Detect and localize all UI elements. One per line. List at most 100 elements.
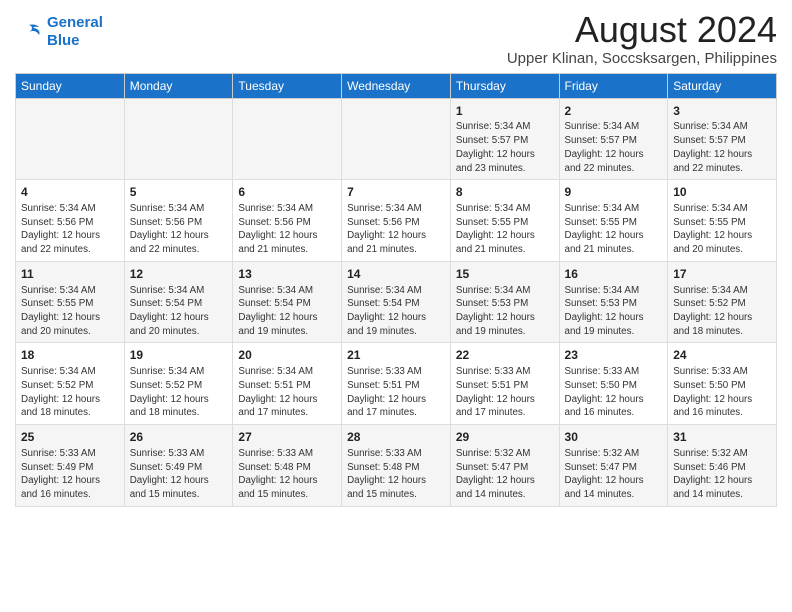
cell-info: Sunrise: 5:34 AM Sunset: 5:52 PM Dayligh…	[21, 365, 119, 420]
day-number: 11	[21, 266, 119, 283]
calendar-cell: 13Sunrise: 5:34 AM Sunset: 5:54 PM Dayli…	[233, 261, 342, 343]
calendar-cell: 7Sunrise: 5:34 AM Sunset: 5:56 PM Daylig…	[342, 180, 451, 262]
cell-info: Sunrise: 5:34 AM Sunset: 5:54 PM Dayligh…	[238, 284, 336, 339]
calendar-cell: 2Sunrise: 5:34 AM Sunset: 5:57 PM Daylig…	[559, 98, 668, 180]
calendar-cell: 12Sunrise: 5:34 AM Sunset: 5:54 PM Dayli…	[124, 261, 233, 343]
logo: General Blue	[15, 14, 103, 50]
day-number: 13	[238, 266, 336, 283]
main-title: August 2024	[507, 10, 777, 50]
calendar-cell: 10Sunrise: 5:34 AM Sunset: 5:55 PM Dayli…	[668, 180, 777, 262]
day-number: 7	[347, 184, 445, 201]
calendar-cell: 27Sunrise: 5:33 AM Sunset: 5:48 PM Dayli…	[233, 425, 342, 507]
cell-info: Sunrise: 5:34 AM Sunset: 5:52 PM Dayligh…	[673, 284, 771, 339]
calendar-cell: 29Sunrise: 5:32 AM Sunset: 5:47 PM Dayli…	[450, 425, 559, 507]
calendar-cell: 18Sunrise: 5:34 AM Sunset: 5:52 PM Dayli…	[16, 343, 125, 425]
day-number: 21	[347, 347, 445, 364]
day-number: 24	[673, 347, 771, 364]
day-number: 17	[673, 266, 771, 283]
calendar-body: 1 Sunrise: 5:34 AM Sunset: 5:57 PM Daylig…	[16, 98, 777, 506]
calendar-cell: 24Sunrise: 5:33 AM Sunset: 5:50 PM Dayli…	[668, 343, 777, 425]
cell-info: Sunrise: 5:33 AM Sunset: 5:51 PM Dayligh…	[347, 365, 445, 420]
cell-info: Sunrise: 5:34 AM Sunset: 5:54 PM Dayligh…	[130, 284, 228, 339]
cell-info: Sunrise: 5:34 AM Sunset: 5:56 PM Dayligh…	[238, 202, 336, 257]
header-saturday: Saturday	[668, 73, 777, 98]
day-number: 18	[21, 347, 119, 364]
day-number: 30	[565, 429, 663, 446]
day-number: 16	[565, 266, 663, 283]
cell-info: Sunrise: 5:34 AM Sunset: 5:56 PM Dayligh…	[21, 202, 119, 257]
calendar-cell: 16Sunrise: 5:34 AM Sunset: 5:53 PM Dayli…	[559, 261, 668, 343]
calendar-row: 1 Sunrise: 5:34 AM Sunset: 5:57 PM Daylig…	[16, 98, 777, 180]
cell-info: Sunrise: 5:33 AM Sunset: 5:50 PM Dayligh…	[673, 365, 771, 420]
cell-info: Sunrise: 5:33 AM Sunset: 5:51 PM Dayligh…	[456, 365, 554, 420]
header-friday: Friday	[559, 73, 668, 98]
day-number: 31	[673, 429, 771, 446]
cell-info: Sunrise: 5:34 AM Sunset: 5:57 PM Dayligh…	[673, 120, 771, 175]
page-header: General Blue August 2024 Upper Klinan, S…	[15, 10, 777, 67]
logo-text: General Blue	[47, 14, 103, 50]
calendar-header: SundayMondayTuesdayWednesdayThursdayFrid…	[16, 73, 777, 98]
day-number: 8	[456, 184, 554, 201]
logo-icon	[15, 21, 43, 43]
title-block: August 2024 Upper Klinan, Soccsksargen, …	[507, 10, 777, 67]
day-number: 23	[565, 347, 663, 364]
day-number: 12	[130, 266, 228, 283]
day-number: 3	[673, 103, 771, 120]
calendar-cell: 21Sunrise: 5:33 AM Sunset: 5:51 PM Dayli…	[342, 343, 451, 425]
cell-info: Sunrise: 5:34 AM Sunset: 5:53 PM Dayligh…	[565, 284, 663, 339]
calendar-cell: 28Sunrise: 5:33 AM Sunset: 5:48 PM Dayli…	[342, 425, 451, 507]
logo-line1: General	[47, 14, 103, 31]
calendar-table: SundayMondayTuesdayWednesdayThursdayFrid…	[15, 73, 777, 507]
calendar-cell	[342, 98, 451, 180]
calendar-cell: 14Sunrise: 5:34 AM Sunset: 5:54 PM Dayli…	[342, 261, 451, 343]
calendar-row: 11Sunrise: 5:34 AM Sunset: 5:55 PM Dayli…	[16, 261, 777, 343]
cell-info: Sunrise: 5:34 AM Sunset: 5:55 PM Dayligh…	[565, 202, 663, 257]
day-number: 10	[673, 184, 771, 201]
cell-info: Sunrise: 5:33 AM Sunset: 5:48 PM Dayligh…	[238, 447, 336, 502]
subtitle: Upper Klinan, Soccsksargen, Philippines	[507, 50, 777, 67]
calendar-cell: 17Sunrise: 5:34 AM Sunset: 5:52 PM Dayli…	[668, 261, 777, 343]
cell-info: Sunrise: 5:34 AM Sunset: 5:54 PM Dayligh…	[347, 284, 445, 339]
cell-info: Sunrise: 5:34 AM Sunset: 5:53 PM Dayligh…	[456, 284, 554, 339]
calendar-cell: 20Sunrise: 5:34 AM Sunset: 5:51 PM Dayli…	[233, 343, 342, 425]
calendar-cell: 25Sunrise: 5:33 AM Sunset: 5:49 PM Dayli…	[16, 425, 125, 507]
day-number: 27	[238, 429, 336, 446]
calendar-cell: 8Sunrise: 5:34 AM Sunset: 5:55 PM Daylig…	[450, 180, 559, 262]
header-wednesday: Wednesday	[342, 73, 451, 98]
calendar-cell: 9Sunrise: 5:34 AM Sunset: 5:55 PM Daylig…	[559, 180, 668, 262]
calendar-cell: 4Sunrise: 5:34 AM Sunset: 5:56 PM Daylig…	[16, 180, 125, 262]
calendar-cell: 6Sunrise: 5:34 AM Sunset: 5:56 PM Daylig…	[233, 180, 342, 262]
calendar-cell	[233, 98, 342, 180]
header-sunday: Sunday	[16, 73, 125, 98]
day-number: 22	[456, 347, 554, 364]
day-number: 1	[456, 103, 554, 120]
day-number: 5	[130, 184, 228, 201]
cell-info: Sunrise: 5:32 AM Sunset: 5:46 PM Dayligh…	[673, 447, 771, 502]
header-thursday: Thursday	[450, 73, 559, 98]
day-number: 19	[130, 347, 228, 364]
calendar-cell: 26Sunrise: 5:33 AM Sunset: 5:49 PM Dayli…	[124, 425, 233, 507]
cell-info: Sunrise: 5:32 AM Sunset: 5:47 PM Dayligh…	[565, 447, 663, 502]
cell-info: Sunrise: 5:34 AM Sunset: 5:55 PM Dayligh…	[456, 202, 554, 257]
cell-info: Sunrise: 5:34 AM Sunset: 5:51 PM Dayligh…	[238, 365, 336, 420]
day-number: 6	[238, 184, 336, 201]
calendar-cell: 5Sunrise: 5:34 AM Sunset: 5:56 PM Daylig…	[124, 180, 233, 262]
cell-info: Sunrise: 5:34 AM Sunset: 5:57 PM Dayligh…	[565, 120, 663, 175]
cell-info: Sunrise: 5:33 AM Sunset: 5:49 PM Dayligh…	[21, 447, 119, 502]
calendar-cell	[16, 98, 125, 180]
cell-info: Sunrise: 5:34 AM Sunset: 5:55 PM Dayligh…	[21, 284, 119, 339]
calendar-cell: 23Sunrise: 5:33 AM Sunset: 5:50 PM Dayli…	[559, 343, 668, 425]
calendar-row: 4Sunrise: 5:34 AM Sunset: 5:56 PM Daylig…	[16, 180, 777, 262]
calendar-cell: 22Sunrise: 5:33 AM Sunset: 5:51 PM Dayli…	[450, 343, 559, 425]
calendar-row: 18Sunrise: 5:34 AM Sunset: 5:52 PM Dayli…	[16, 343, 777, 425]
day-number: 20	[238, 347, 336, 364]
logo-line2: Blue	[47, 32, 80, 49]
cell-info: Sunrise: 5:33 AM Sunset: 5:48 PM Dayligh…	[347, 447, 445, 502]
day-number: 15	[456, 266, 554, 283]
day-number: 28	[347, 429, 445, 446]
day-number: 14	[347, 266, 445, 283]
calendar-cell	[124, 98, 233, 180]
calendar-cell: 11Sunrise: 5:34 AM Sunset: 5:55 PM Dayli…	[16, 261, 125, 343]
day-number: 4	[21, 184, 119, 201]
cell-info: Sunrise: 5:34 AM Sunset: 5:56 PM Dayligh…	[130, 202, 228, 257]
